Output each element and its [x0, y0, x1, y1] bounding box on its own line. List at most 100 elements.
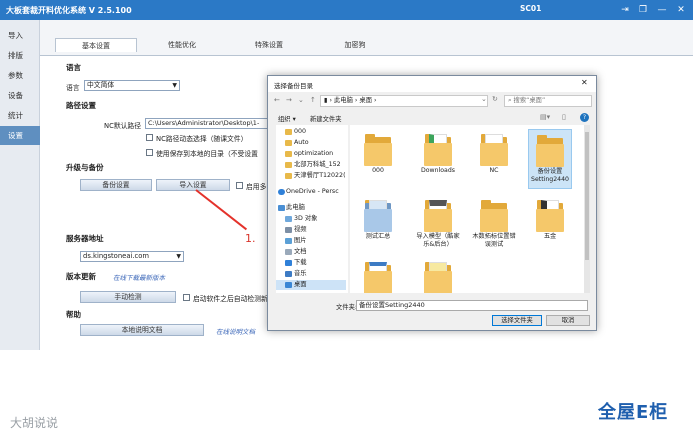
sidebar-item-settings[interactable]: 设置: [0, 126, 40, 145]
scrollbar-thumb[interactable]: [585, 132, 589, 260]
file-item-folder[interactable]: 测试汇总: [356, 197, 400, 241]
document-icon: [285, 249, 292, 255]
watermark-left: 大胡说说: [10, 416, 59, 430]
folder-icon: [285, 173, 292, 179]
folder-field-label: 文件夹:: [336, 304, 358, 311]
nc-path-input[interactable]: C:\Users\Administrator\Desktop\1-: [145, 118, 270, 129]
file-item-folder-selected[interactable]: 备份设置Setting2440: [528, 129, 572, 189]
app-title: 大板套裁开料优化系统 V 2.5.100: [6, 6, 132, 15]
tab-dongle[interactable]: 加密狗: [316, 38, 394, 52]
music-icon: [285, 271, 292, 277]
tree-item-folder[interactable]: Auto: [276, 138, 346, 148]
back-arrow-icon[interactable]: ←: [274, 96, 280, 104]
file-item-folder[interactable]: [416, 259, 460, 293]
cloud-icon: [278, 189, 285, 195]
file-item-folder[interactable]: 000: [356, 131, 400, 175]
tree-item-this-pc[interactable]: 此电脑: [276, 203, 346, 213]
import-settings-button[interactable]: 导入设置: [156, 179, 230, 191]
tree-item-videos[interactable]: 视频: [276, 225, 346, 235]
file-item-folder[interactable]: NC: [472, 131, 516, 175]
folder-icon: [423, 197, 453, 233]
close-icon[interactable]: ✕: [674, 3, 688, 17]
enable-multi-checkbox[interactable]: [236, 182, 243, 189]
dialog-close-icon[interactable]: ✕: [581, 78, 588, 87]
select-folder-button[interactable]: 选择文件夹: [492, 315, 542, 326]
refresh-icon[interactable]: ↻: [492, 95, 498, 103]
forward-arrow-icon[interactable]: →: [286, 96, 292, 104]
annotation-step-1: 1.: [245, 232, 256, 245]
sidebar-item-import[interactable]: 导入: [0, 26, 40, 45]
tree-item-3d-objects[interactable]: 3D 对象: [276, 214, 346, 224]
tree-item-onedrive[interactable]: OneDrive - Persc: [276, 187, 346, 197]
dialog-titlebar: 选择备份目录 ✕: [268, 76, 596, 92]
sidebar: 导入 排版 参数 设备 统计 设置: [0, 20, 40, 350]
file-item-folder[interactable]: 木数拓标位置错误测试: [470, 197, 518, 249]
sidebar-item-stats[interactable]: 统计: [0, 106, 40, 125]
organize-menu[interactable]: 组织 ▾: [278, 114, 296, 123]
tab-performance[interactable]: 性能优化: [143, 38, 221, 52]
minimize-icon[interactable]: —: [655, 3, 669, 17]
save-dir-checkbox[interactable]: [146, 149, 153, 156]
restore-icon[interactable]: ❐: [636, 3, 650, 17]
file-item-folder[interactable]: 五金: [528, 197, 572, 241]
local-doc-button[interactable]: 本地说明文档: [80, 324, 204, 336]
tab-special-settings[interactable]: 特殊设置: [230, 38, 308, 52]
search-input[interactable]: ⌕ 搜索“桌面”: [504, 95, 592, 107]
help-section-title: 帮助: [66, 310, 81, 319]
manual-check-button[interactable]: 手动检测: [80, 291, 176, 303]
auto-check-checkbox[interactable]: [183, 294, 190, 301]
view-options-icon[interactable]: ▤▾: [540, 113, 550, 121]
tree-item-downloads[interactable]: 下载: [276, 258, 346, 268]
folder-icon: [535, 197, 565, 233]
download-latest-link[interactable]: 在线下载最新版本: [113, 272, 165, 282]
folder-icon: [423, 259, 453, 293]
server-select[interactable]: ds.kingstoneai.com ▼: [80, 251, 184, 262]
computer-icon: [278, 205, 285, 211]
tree-item-folder[interactable]: 000: [276, 127, 346, 137]
tree-item-pictures[interactable]: 图片: [276, 236, 346, 246]
address-bar[interactable]: ▮ › 此电脑 › 桌面 ›: [320, 95, 488, 107]
tree-item-documents[interactable]: 文档: [276, 247, 346, 257]
new-folder-button[interactable]: 新建文件夹: [310, 114, 341, 123]
folder-icon: [363, 131, 393, 167]
sidebar-item-layout[interactable]: 排版: [0, 46, 40, 65]
tree-item-desktop[interactable]: 桌面: [276, 280, 346, 290]
tree-item-folder[interactable]: 北部万科城_152: [276, 160, 346, 170]
folder-icon: [285, 129, 292, 135]
tree-item-music[interactable]: 音乐: [276, 269, 346, 279]
pane-toggle-icon[interactable]: ▯: [562, 113, 566, 121]
chevron-down-icon[interactable]: ⌄: [298, 96, 304, 104]
nc-dynamic-checkbox[interactable]: [146, 134, 153, 141]
folder-icon: [285, 162, 292, 168]
folder-icon: [479, 197, 509, 233]
language-select[interactable]: 中文简体 ▼: [84, 80, 180, 91]
file-grid: 000 Downloads NC 备份设置Setting2440 测试汇总 导入…: [350, 125, 590, 293]
online-doc-link[interactable]: 在线说明文档: [216, 326, 255, 336]
file-item-folder[interactable]: 导入模型（酷家乐&后台）: [414, 197, 462, 249]
up-arrow-icon[interactable]: ↑: [310, 96, 316, 104]
desktop-icon: [285, 282, 292, 288]
tab-basic-settings[interactable]: 基本设置: [55, 38, 137, 52]
language-section-title: 语言: [66, 63, 81, 72]
cancel-button[interactable]: 取消: [546, 315, 590, 326]
folder-icon: [535, 132, 565, 168]
version-section-title: 版本更新: [66, 272, 96, 281]
folder-icon: [479, 131, 509, 167]
upgrade-section-title: 升级与备份: [66, 163, 104, 172]
picture-icon: [285, 238, 292, 244]
language-label: 语言: [66, 84, 80, 92]
sidebar-item-params[interactable]: 参数: [0, 66, 40, 85]
backup-settings-button[interactable]: 备份设置: [80, 179, 152, 191]
logout-icon[interactable]: ⇥: [618, 3, 632, 17]
chevron-down-icon: ▼: [172, 82, 177, 89]
folder-icon: [285, 151, 292, 157]
sidebar-item-device[interactable]: 设备: [0, 86, 40, 105]
folder-name-input[interactable]: 备份设置Setting2440: [356, 300, 588, 311]
help-icon[interactable]: ?: [580, 113, 589, 122]
address-dropdown-icon[interactable]: ⌄: [481, 95, 487, 103]
tree-item-folder[interactable]: 天津餐厅T12022(: [276, 171, 346, 181]
file-item-folder[interactable]: Downloads: [416, 131, 460, 175]
save-dir-label: 使用保存到本地的目录（不受设置: [156, 150, 258, 158]
tree-item-folder[interactable]: optimization: [276, 149, 346, 159]
file-item-folder[interactable]: [356, 259, 400, 293]
